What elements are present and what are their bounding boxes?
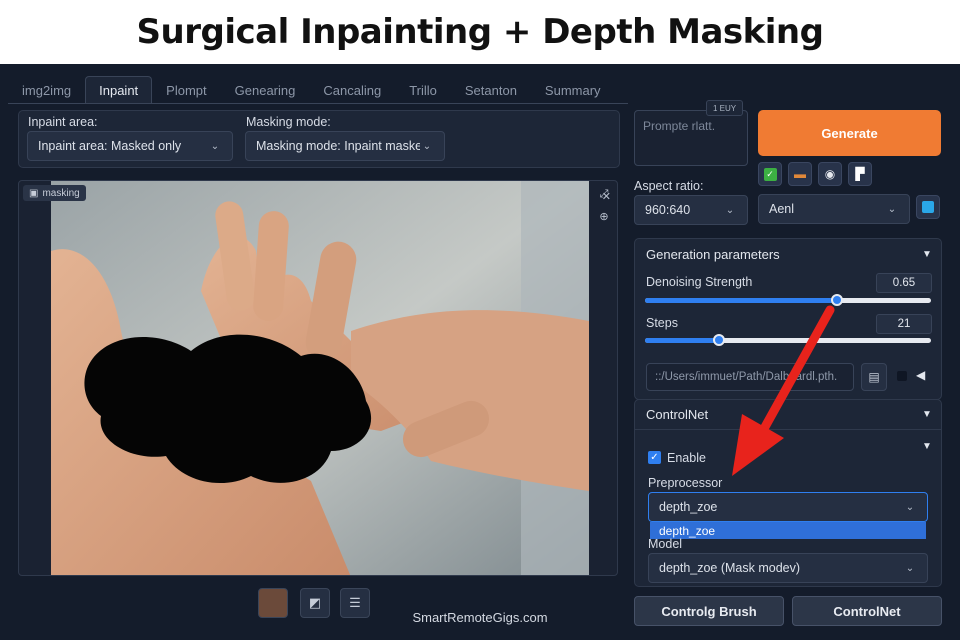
tab-trillo[interactable]: Trillo — [395, 76, 451, 104]
tab-img2img[interactable]: img2img — [8, 76, 85, 104]
tab-setanton[interactable]: Setanton — [451, 76, 531, 104]
denoise-slider[interactable] — [645, 294, 931, 306]
title-banner: Surgical Inpainting + Depth Masking — [0, 0, 960, 64]
chevron-down-icon: ⌄ — [905, 562, 915, 574]
chevron-down-icon: ⌄ — [887, 203, 897, 215]
chevron-down-icon: ⌄ — [905, 501, 915, 513]
preprocessor-dropdown-option[interactable]: depth_zoe — [650, 522, 926, 539]
denoise-value-input[interactable]: 0.65 — [876, 273, 932, 293]
enable-label: Enable — [667, 451, 706, 465]
inpaint-area-select[interactable]: Inpaint area: Masked only ⌄ — [27, 131, 233, 161]
inpaint-area-label: Inpaint area: — [28, 115, 98, 129]
close-icon[interactable]: ✕ — [602, 187, 611, 205]
banner-title: Surgical Inpainting + Depth Masking — [136, 12, 824, 52]
masking-mode-label: Masking mode: — [246, 115, 331, 129]
chevron-down-icon: ⌄ — [210, 140, 220, 152]
collapse-triangle-icon[interactable]: ▼ — [922, 249, 932, 260]
inpaint-canvas[interactable]: ▣ masking ⤢ ⊕ ✕ — [18, 180, 618, 576]
chevron-down-icon: ⌄ — [422, 140, 432, 152]
annotation-arrow — [732, 305, 835, 476]
aspect-ratio-label: Aspect ratio: — [634, 179, 704, 193]
image-icon: ▣ — [29, 187, 39, 199]
aspect-ratio-select[interactable]: 960:640 ⌄ — [634, 195, 748, 225]
token-counter-badge: 1 EUY — [706, 100, 744, 116]
preprocessor-value: depth_zoe — [659, 500, 718, 514]
model-select[interactable]: depth_zoe (Mask modev) ⌄ — [648, 553, 928, 583]
swap-icon[interactable] — [916, 195, 940, 219]
zoom-icon[interactable]: ⊕ — [597, 209, 611, 223]
stop-icon[interactable] — [897, 371, 907, 381]
steps-slider-fill — [645, 338, 720, 343]
secondary-select-value: Aenl — [769, 202, 795, 216]
generation-parameters-title: Generation parameters — [646, 247, 780, 262]
preprocessor-select[interactable]: depth_zoe ⌄ — [648, 492, 928, 522]
app-window: img2img Inpaint Plompt Genearing Cancali… — [0, 64, 960, 640]
folder-icon[interactable]: ▬ — [788, 162, 812, 186]
chevron-down-icon: ⌄ — [725, 204, 735, 216]
prompt-input[interactable]: Prompte rlatt. — [634, 110, 748, 166]
inpaint-area-value: Inpaint area: Masked only — [38, 139, 182, 153]
palette-icon[interactable]: ◉ — [818, 162, 842, 186]
tab-inpaint[interactable]: Inpaint — [85, 76, 153, 104]
controlnet-button[interactable]: ControlNet — [792, 596, 942, 626]
check-icon[interactable]: ✓ — [758, 162, 782, 186]
controlnet-title: ControlNet — [646, 407, 709, 422]
masking-mode-value: Masking mode: Inpaint masked — [256, 139, 420, 153]
tab-generating[interactable]: Genearing — [221, 76, 310, 104]
masking-mode-select[interactable]: Masking mode: Inpaint masked ⌄ — [245, 131, 445, 161]
tab-cancaling[interactable]: Cancaling — [309, 76, 395, 104]
enable-checkbox[interactable]: ✓ — [648, 451, 661, 464]
collapse-triangle-icon[interactable]: ▼ — [922, 441, 932, 452]
model-label: Model — [648, 537, 683, 551]
control-brush-button[interactable]: Controlg Brush — [634, 596, 784, 626]
denoise-slider-fill — [645, 298, 837, 303]
prompt-placeholder: Prompte rlatt. — [643, 119, 716, 133]
steps-value-input[interactable]: 21 — [876, 314, 932, 334]
steps-label: Steps — [646, 316, 678, 330]
canvas-tag: ▣ masking — [23, 185, 86, 201]
model-value: depth_zoe (Mask modev) — [659, 561, 801, 575]
file-icon[interactable]: ▤ — [861, 363, 887, 391]
aspect-ratio-value: 960:640 — [645, 203, 691, 217]
tab-bar: img2img Inpaint Plompt Genearing Cancali… — [8, 76, 615, 104]
masked-hand-photo — [51, 181, 589, 575]
clipboard-icon[interactable]: ▛ — [848, 162, 872, 186]
tab-divider — [8, 103, 628, 104]
secondary-select[interactable]: Aenl ⌄ — [758, 194, 910, 224]
tab-prompt[interactable]: Plompt — [152, 76, 220, 104]
denoise-label: Denoising Strength — [646, 275, 753, 289]
tab-summary[interactable]: Summary — [531, 76, 615, 104]
play-back-icon[interactable]: ◀ — [916, 368, 925, 382]
preprocessor-label: Preprocessor — [648, 476, 723, 490]
collapse-triangle-icon[interactable]: ▼ — [922, 409, 932, 420]
generate-button[interactable]: Generate — [758, 110, 941, 156]
